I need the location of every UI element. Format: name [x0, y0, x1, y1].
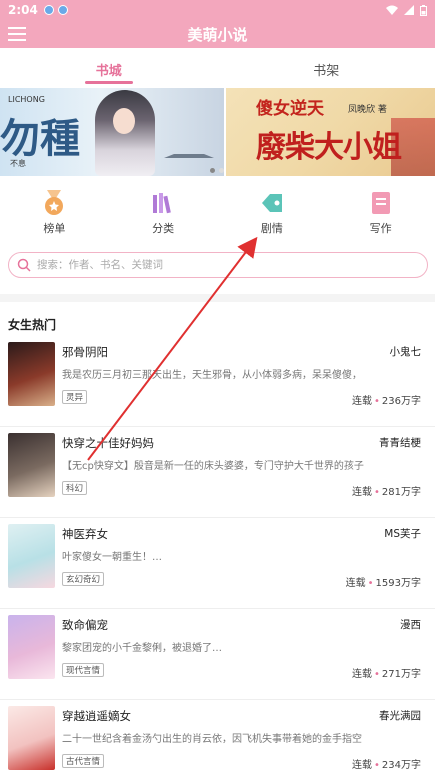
banner-card-left[interactable]: LICHONG 勿種 不息 — [0, 88, 224, 176]
book-meta: 连载 • 236万字 — [352, 392, 421, 407]
notification-icon — [57, 5, 68, 15]
carousel-indicator — [210, 168, 224, 173]
book-cover — [8, 524, 55, 588]
book-genre-tag: 科幻 — [62, 481, 88, 495]
book-genre-tag: 灵异 — [62, 390, 88, 404]
nav-plots[interactable]: 剧情 — [218, 190, 327, 238]
nav-rankings-label: 榜单 — [43, 222, 66, 235]
section-title: 女生热门 — [8, 318, 57, 332]
book-cover — [8, 433, 55, 497]
status-time: 2:04 — [8, 3, 38, 17]
book-status: 连载 — [352, 669, 372, 680]
book-word-count: 281万字 — [381, 487, 421, 498]
medal-icon — [41, 190, 67, 216]
book-status: 连载 — [345, 578, 366, 589]
book-cover — [8, 615, 55, 679]
book-cover — [8, 342, 55, 406]
section-divider — [0, 294, 435, 302]
book-meta: 连载 • 281万字 — [352, 483, 421, 498]
banner-right-title: 廢柴大小姐 — [255, 130, 402, 165]
book-meta: 连载 • 271万字 — [352, 665, 421, 680]
book-description: 叶家傻女一朝重生！… — [62, 552, 162, 563]
banner-left-title: 勿種 — [0, 115, 80, 162]
quick-nav: 榜单 分类 剧情 写作 — [0, 190, 435, 238]
book-title: 神医弃女 — [62, 527, 108, 541]
app-bar: 美萌小说 — [0, 20, 435, 48]
book-status: 连载 — [352, 396, 372, 407]
book-item[interactable]: 神医弃女 MS芙子 叶家傻女一朝重生！… 玄幻奇幻 连载 • 1593万字 — [0, 518, 435, 609]
meta-separator: • — [367, 578, 374, 589]
menu-button[interactable] — [8, 23, 30, 45]
banner-left-caption: LICHONG — [8, 95, 45, 104]
status-indicators — [386, 4, 427, 16]
book-cover — [8, 706, 55, 770]
nav-plots-label: 剧情 — [260, 222, 283, 235]
book-meta: 连载 • 1593万字 — [346, 574, 421, 589]
book-meta: 连载 • 234万字 — [352, 756, 421, 771]
meta-separator: • — [374, 396, 380, 407]
book-author: 小鬼七 — [389, 346, 422, 358]
search-icon — [17, 258, 31, 272]
book-author: 青青结梗 — [379, 437, 421, 449]
book-word-count: 234万字 — [381, 760, 421, 771]
meta-separator: • — [374, 760, 380, 771]
book-status: 连载 — [352, 487, 372, 498]
book-item[interactable]: 快穿之十佳好妈妈 青青结梗 【无cp快穿文】殷音是新一任的床头婆婆，专门守护大千… — [0, 427, 435, 518]
notification-icon — [43, 5, 54, 15]
book-title: 致命偏宠 — [62, 618, 108, 632]
book-title: 邪骨阴阳 — [62, 345, 108, 359]
book-genre-tag: 玄幻奇幻 — [62, 572, 105, 586]
book-list: 邪骨阴阳 小鬼七 我是农历三月初三那天出生，天生邪骨，从小体弱多病，呆呆傻傻， … — [0, 336, 435, 773]
tab-bookstore[interactable]: 书城 — [0, 48, 218, 84]
book-description: 我是农历三月初三那天出生，天生邪骨，从小体弱多病，呆呆傻傻， — [62, 370, 362, 381]
book-item[interactable]: 邪骨阴阳 小鬼七 我是农历三月初三那天出生，天生邪骨，从小体弱多病，呆呆傻傻， … — [0, 336, 435, 427]
tag-icon — [259, 190, 285, 216]
nav-writing-label: 写作 — [369, 222, 392, 235]
search-bar[interactable] — [8, 252, 428, 278]
search-input[interactable] — [37, 259, 407, 271]
banner-card-right[interactable]: 傻女逆天 凤晚欣 著 廢柴大小姐 — [225, 88, 435, 176]
carousel-dot — [210, 168, 215, 173]
book-description: 黎家团宠的小千金黎俐，被退婚了… — [62, 643, 222, 654]
battery-icon — [420, 4, 427, 16]
meta-separator: • — [374, 669, 380, 680]
banner-right-author: 凤晚欣 著 — [347, 105, 387, 115]
book-item[interactable]: 穿越逍遥嫡女 春光满园 二十一世纪含着金汤勺出生的肖云依，因飞机失事带着她的金手… — [0, 700, 435, 773]
book-author: 漫西 — [400, 619, 421, 631]
banner-left-subcaption: 不息 — [10, 159, 26, 168]
status-bar: 2:04 — [0, 0, 435, 20]
meta-separator: • — [374, 487, 380, 498]
book-title: 穿越逍遥嫡女 — [62, 709, 131, 723]
nav-rankings[interactable]: 榜单 — [0, 190, 109, 238]
tab-bookshelf[interactable]: 书架 — [218, 48, 435, 84]
book-author: 春光满园 — [379, 710, 421, 722]
nav-writing[interactable]: 写作 — [326, 190, 435, 238]
book-item[interactable]: 致命偏宠 漫西 黎家团宠的小千金黎俐，被退婚了… 现代言情 连载 • 271万字 — [0, 609, 435, 700]
nav-categories-label: 分类 — [152, 222, 175, 235]
book-word-count: 236万字 — [381, 396, 421, 407]
nav-categories[interactable]: 分类 — [109, 190, 218, 238]
app-title: 美萌小说 — [187, 25, 248, 44]
main-tabs: 书城 书架 — [0, 48, 435, 84]
book-author: MS芙子 — [384, 528, 421, 540]
banner-temple-illustration — [163, 144, 214, 158]
wifi-icon — [386, 5, 398, 15]
banner-character-face — [113, 108, 135, 134]
book-word-count: 1593万字 — [375, 578, 421, 589]
book-description: 【无cp快穿文】殷音是新一任的床头婆婆，专门守护大千世界的孩子 — [62, 461, 364, 472]
note-icon — [368, 190, 394, 216]
banner-right-subtitle: 傻女逆天 — [255, 99, 324, 119]
banner-carousel[interactable]: LICHONG 勿種 不息 傻女逆天 凤晚欣 著 廢柴大小姐 — [0, 88, 435, 176]
book-status: 连载 — [352, 760, 372, 771]
carousel-dot — [219, 168, 224, 173]
book-genre-tag: 古代言情 — [62, 754, 105, 768]
book-title: 快穿之十佳好妈妈 — [62, 436, 154, 450]
book-description: 二十一世纪含着金汤勺出生的肖云依，因飞机失事带着她的金手指空 — [62, 734, 362, 745]
signal-icon — [404, 5, 414, 15]
books-icon — [150, 190, 176, 216]
book-genre-tag: 现代言情 — [62, 663, 105, 677]
book-word-count: 271万字 — [381, 669, 421, 680]
